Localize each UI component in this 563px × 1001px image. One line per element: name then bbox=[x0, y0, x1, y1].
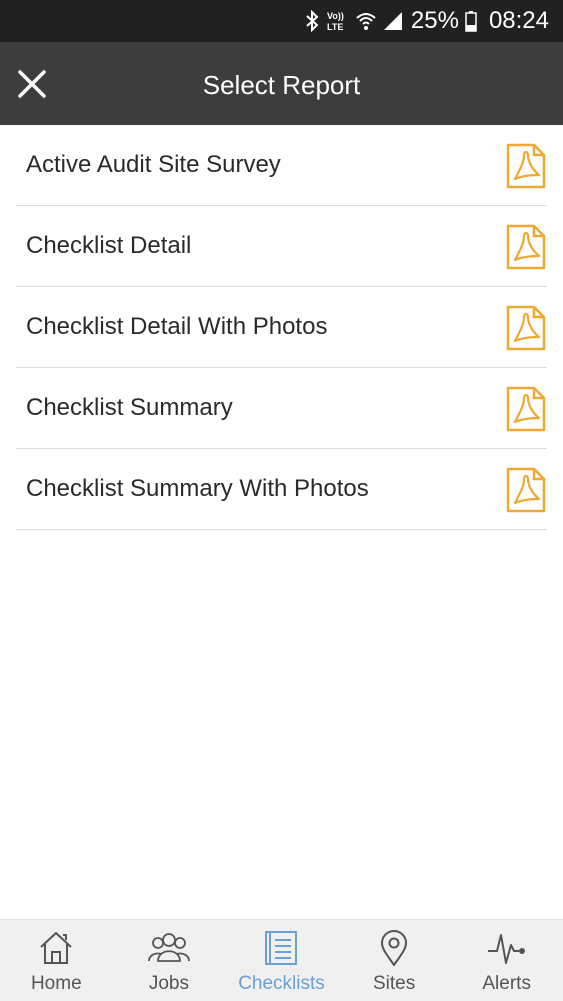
report-item-label: Active Audit Site Survey bbox=[26, 151, 281, 178]
nav-label: Home bbox=[30, 973, 82, 994]
pulse-icon bbox=[487, 934, 525, 964]
people-icon bbox=[147, 933, 190, 962]
report-item[interactable]: Active Audit Site Survey bbox=[16, 125, 547, 206]
nav-label: Alerts bbox=[482, 973, 531, 994]
status-bar: Vo)) LTE 25% 08:24 bbox=[0, 0, 563, 42]
nav-label: Jobs bbox=[148, 973, 189, 994]
close-button[interactable] bbox=[18, 62, 74, 106]
nav-item-home[interactable]: Home bbox=[0, 920, 113, 1001]
app-header: Select Report bbox=[0, 42, 563, 125]
report-item[interactable]: Checklist Detail With Photos bbox=[16, 287, 547, 368]
map-pin-icon bbox=[381, 930, 408, 966]
report-item-label: Checklist Summary bbox=[26, 394, 233, 421]
battery-icon bbox=[465, 10, 477, 32]
nav-item-checklists[interactable]: Checklists bbox=[225, 920, 338, 1001]
page-title: Select Report bbox=[202, 70, 361, 100]
report-item-label: Checklist Detail With Photos bbox=[26, 313, 328, 340]
svg-text:LTE: LTE bbox=[327, 22, 343, 32]
checklist-icon bbox=[265, 931, 298, 965]
report-item[interactable]: Checklist Summary With Photos bbox=[16, 449, 547, 530]
nav-item-jobs[interactable]: Jobs bbox=[113, 920, 226, 1001]
home-icon bbox=[40, 932, 72, 964]
report-list: Active Audit Site Survey Checklist Detai… bbox=[0, 125, 563, 530]
pdf-icon[interactable] bbox=[506, 224, 546, 270]
bottom-nav: Home Jobs Checklists Sites Alerts bbox=[0, 919, 563, 1001]
battery-percentage: 25% bbox=[410, 7, 459, 34]
nav-item-sites[interactable]: Sites bbox=[338, 920, 451, 1001]
wifi-icon bbox=[355, 10, 377, 32]
report-item-label: Checklist Summary With Photos bbox=[26, 475, 369, 502]
status-time: 08:24 bbox=[488, 7, 549, 34]
nav-label: Sites bbox=[372, 973, 416, 994]
pdf-icon[interactable] bbox=[506, 386, 546, 432]
signal-icon bbox=[383, 10, 403, 32]
nav-item-alerts[interactable]: Alerts bbox=[450, 920, 563, 1001]
pdf-icon[interactable] bbox=[506, 143, 546, 189]
report-item[interactable]: Checklist Summary bbox=[16, 368, 547, 449]
nav-label: Checklists bbox=[238, 973, 325, 994]
report-item-label: Checklist Detail bbox=[26, 232, 192, 259]
report-item[interactable]: Checklist Detail bbox=[16, 206, 547, 287]
volte-icon: Vo)) LTE bbox=[325, 10, 349, 32]
svg-text:Vo)): Vo)) bbox=[327, 11, 344, 21]
bluetooth-icon bbox=[305, 10, 319, 32]
pdf-icon[interactable] bbox=[506, 467, 546, 513]
pdf-icon[interactable] bbox=[506, 305, 546, 351]
close-icon bbox=[18, 70, 46, 98]
